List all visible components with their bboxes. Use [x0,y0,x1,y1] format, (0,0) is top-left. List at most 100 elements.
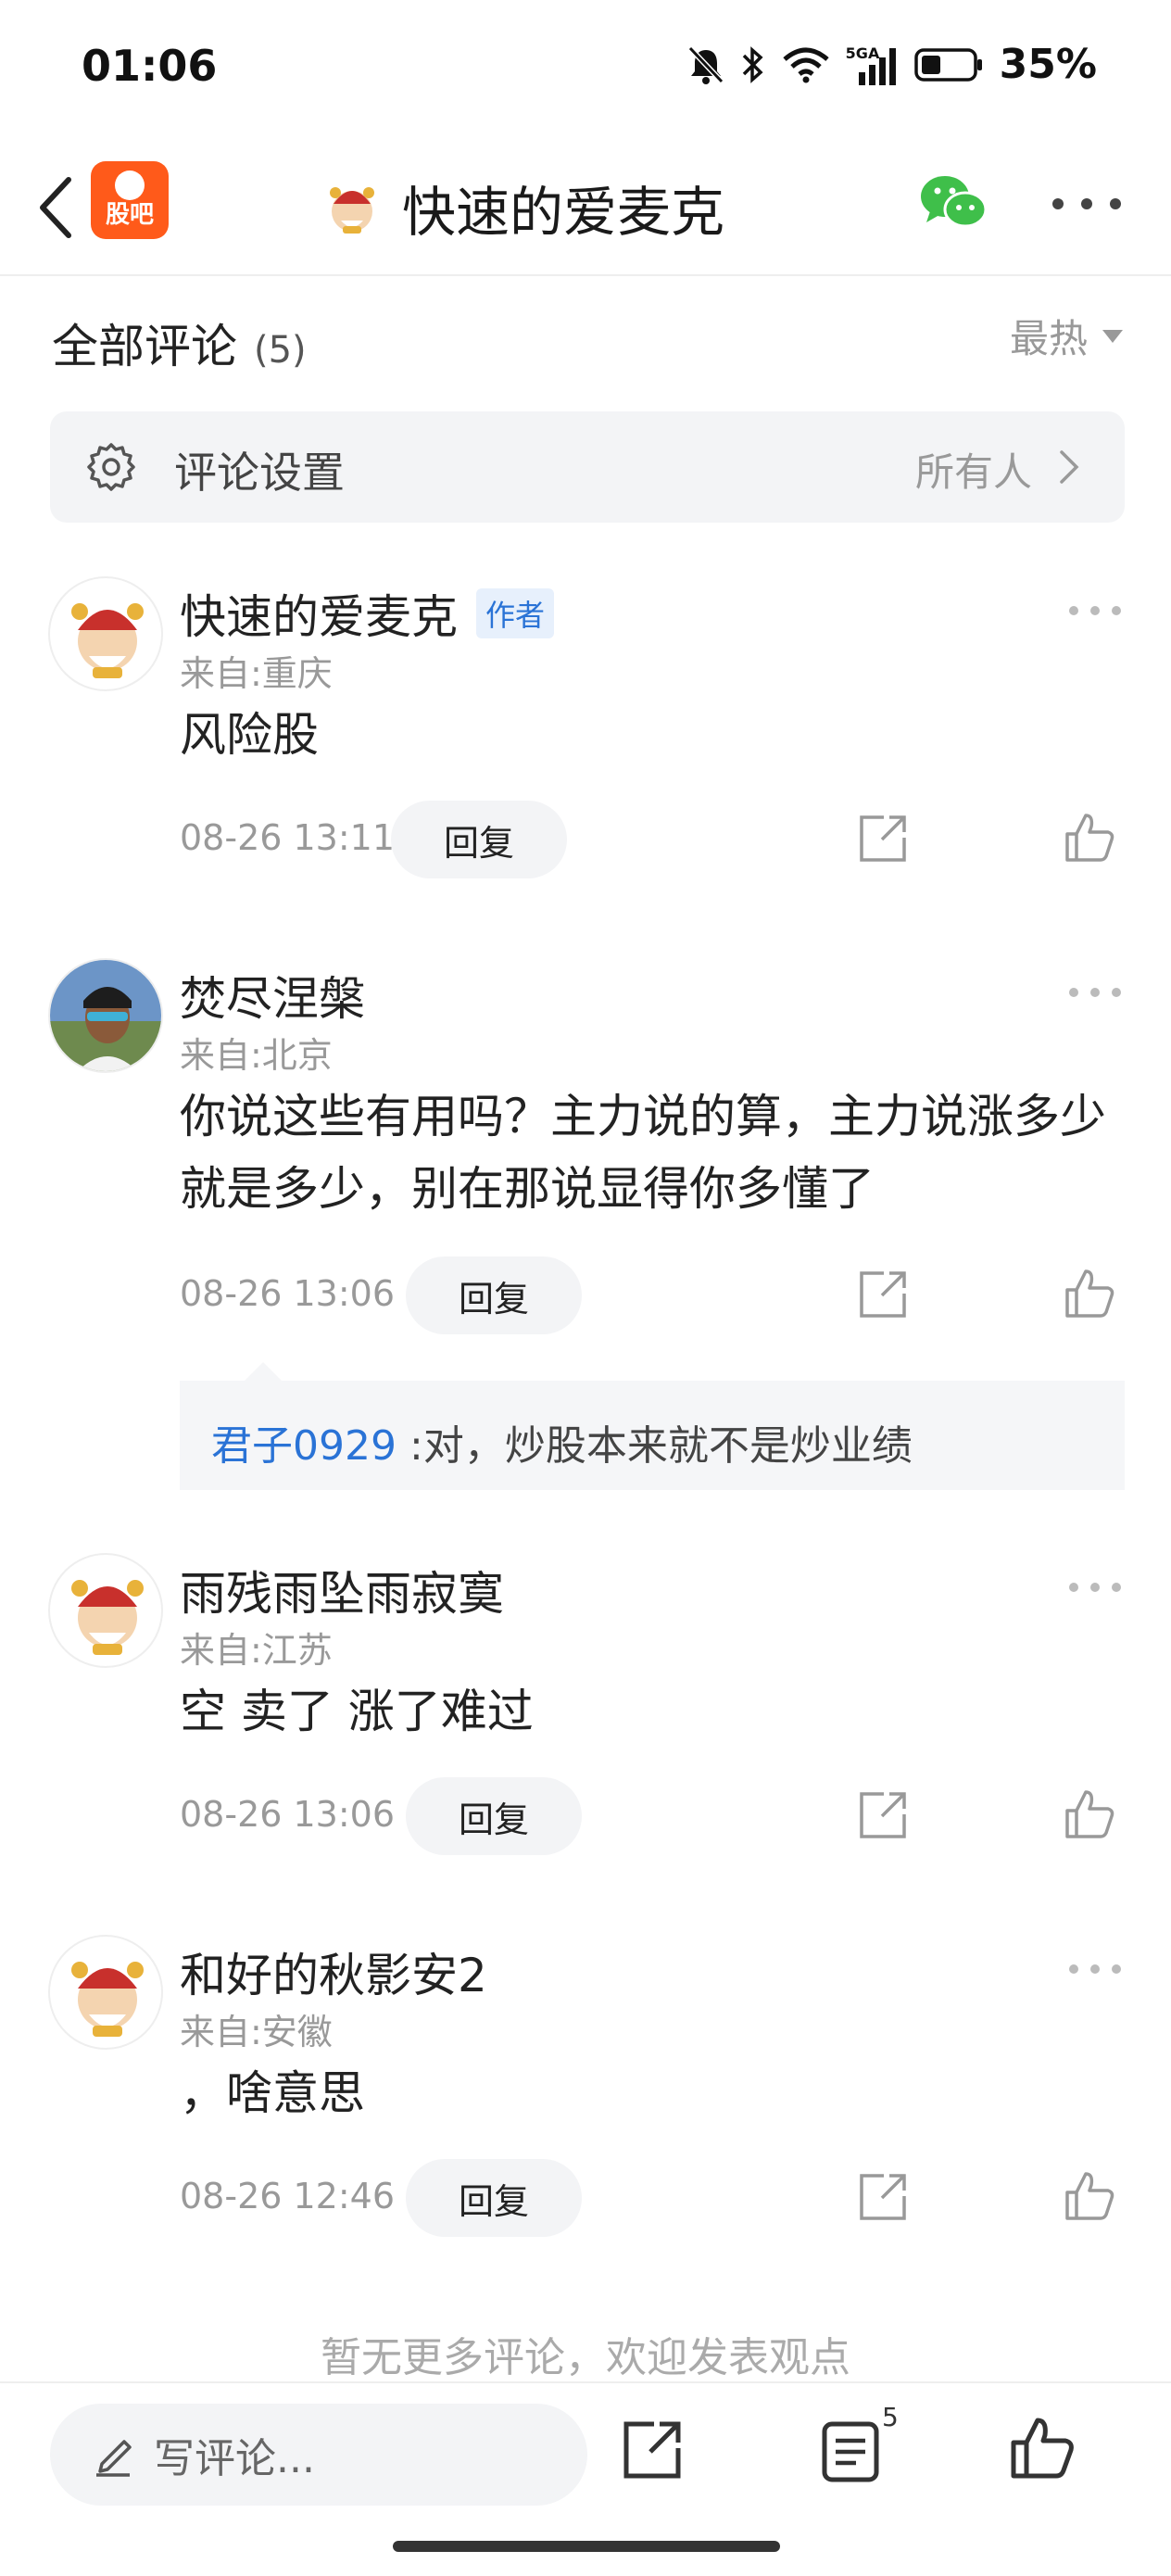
user-avatar[interactable] [48,958,163,1073]
more-dot [1052,198,1064,209]
user-location: 来自:重庆 [180,653,333,694]
battery-percent: 35% [999,41,1097,88]
sub-reply-text: :对，炒股本来就不是炒业绩 [409,1422,913,1470]
chevron-right-icon [1060,450,1079,484]
share-icon[interactable] [856,1788,910,1842]
comment-count-badge: 5 [882,2402,899,2432]
back-button[interactable] [28,170,83,245]
thumbs-up-icon[interactable] [1062,1266,1117,1321]
signal-icon: 5GA [846,44,900,85]
comment-item: 雨残雨坠雨寂寞 来自:江苏 空 卖了 涨了难过 08-26 13:06 回复 [0,1553,1171,1868]
author-badge: 作者 [476,588,555,638]
reply-button[interactable]: 回复 [406,1256,582,1334]
pencil-icon [96,2440,132,2477]
gear-icon [87,443,135,491]
comment-timestamp: 08-26 13:06 [180,1794,396,1835]
avatar-icon [71,1580,144,1655]
comment-more-button[interactable] [1069,1583,1121,1594]
username-row: 快速的爱麦克 作者 [180,580,555,647]
guba-app-logo[interactable]: 股吧 [91,161,169,239]
sub-reply-username[interactable]: 君子0929 [211,1412,397,1471]
comment-more-button[interactable] [1069,988,1121,999]
comment-timestamp: 08-26 13:11 [180,817,396,858]
comment-timestamp: 08-26 13:06 [180,1273,396,1314]
user-location: 来自:江苏 [180,1630,333,1671]
thumbs-up-icon[interactable] [1008,2415,1075,2481]
comment-settings-bar[interactable]: 评论设置 所有人 [50,411,1125,523]
comments-count: (5) [254,329,307,372]
username-row: 雨残雨坠雨寂寞 [180,1557,504,1623]
comment-item: 焚尽涅槃 来自:北京 你说这些有用吗？主力说的算，主力说涨多少就是多少，别在那说… [0,958,1171,1496]
comment-text: ，啥意思 [180,2066,365,2120]
settings-value: 所有人 [914,449,1032,495]
share-icon[interactable] [856,1268,910,1321]
share-icon[interactable] [619,2417,686,2483]
status-icons: 5GA 35% [686,41,1097,88]
reply-button[interactable]: 回复 [406,2159,582,2237]
username-row: 和好的秋影安2 [180,1938,487,2005]
sort-label: 最热 [1009,316,1088,361]
avatar-photo-icon [50,960,161,1071]
back-arrow-icon [40,177,71,238]
comment-actions: 08-26 13:11 回复 [180,801,1125,878]
reply-button[interactable]: 回复 [406,1777,582,1855]
comment-list-icon[interactable] [819,2417,882,2483]
thumbs-up-icon[interactable] [1062,2168,1117,2224]
comment-timestamp: 08-26 12:46 [180,2176,396,2216]
thumbs-up-icon[interactable] [1062,810,1117,865]
username[interactable]: 快速的爱麦克 [180,580,458,647]
comment-actions: 08-26 12:46 回复 [180,2159,1125,2237]
username[interactable]: 和好的秋影安2 [180,1938,487,2005]
wechat-share-button[interactable] [917,170,991,245]
share-icon[interactable] [856,2170,910,2224]
write-comment-input[interactable]: 写评论... [50,2404,587,2506]
username-row: 焚尽涅槃 [180,962,365,1029]
more-dot [1081,198,1092,209]
comments-title: 全部评论 [52,320,237,373]
avatar-icon [71,603,144,678]
comment-input-placeholder: 写评论... [154,2435,315,2482]
no-more-comments-note: 暂无更多评论，欢迎发表观点 [321,2334,850,2381]
avatar-icon [71,1962,144,2037]
top-nav-bar: 股吧 快速的爱麦克 [0,139,1171,276]
avatar-icon [330,187,374,234]
mute-bell-icon [687,45,724,84]
reply-button[interactable]: 回复 [391,801,567,878]
status-bar: 01:06 5GA 35% [0,0,1171,139]
caret-down-icon [1102,329,1123,343]
comments-header: 全部评论 (5) [52,309,307,376]
user-location: 来自:北京 [180,1035,333,1076]
settings-label: 评论设置 [174,448,345,498]
user-avatar[interactable] [48,1935,163,2050]
username[interactable]: 焚尽涅槃 [180,962,365,1029]
sort-dropdown[interactable]: 最热 [1010,308,1123,364]
comment-text: 风险股 [180,708,319,762]
bluetooth-icon [742,45,763,83]
home-indicator[interactable] [393,2541,780,2552]
comment-more-button[interactable] [1069,1964,1121,1976]
status-time: 01:06 [82,41,218,91]
comment-item: 和好的秋影安2 来自:安徽 ，啥意思 08-26 12:46 回复 [0,1935,1171,2250]
more-options-button[interactable] [1052,176,1121,232]
comment-text: 空 卖了 涨了难过 [180,1685,534,1738]
page-title: 快速的爱麦克 [402,181,725,244]
thumbs-up-icon[interactable] [1062,1787,1117,1842]
comment-actions: 08-26 13:06 回复 [180,1777,1125,1855]
comment-more-button[interactable] [1069,606,1121,617]
wifi-icon [783,47,829,82]
share-icon[interactable] [856,812,910,865]
bottom-action-bar: 写评论... 5 [0,2381,1171,2576]
user-avatar[interactable] [48,1553,163,1668]
comment-item: 快速的爱麦克 作者 来自:重庆 风险股 08-26 13:11 回复 [0,576,1171,891]
header-title-group[interactable]: 快速的爱麦克 [324,163,724,252]
more-dot [1110,198,1121,209]
comment-text: 你说这些有用吗？主力说的算，主力说涨多少就是多少，别在那说显得你多懂了 [180,1090,1106,1216]
username[interactable]: 雨残雨坠雨寂寞 [180,1557,504,1623]
user-avatar[interactable] [48,576,163,691]
battery-icon [913,47,982,82]
app-logo-text: 股吧 [105,201,154,229]
comment-actions: 08-26 13:06 回复 [180,1256,1125,1334]
wechat-icon [921,176,988,228]
sub-reply[interactable]: 君子0929 :对，炒股本来就不是炒业绩 [180,1362,1125,1490]
user-location: 来自:安徽 [180,2012,333,2052]
